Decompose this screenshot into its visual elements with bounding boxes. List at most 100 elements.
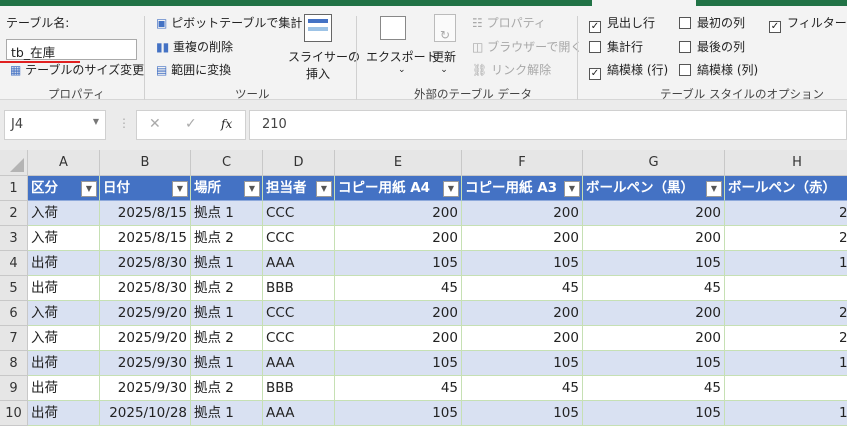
select-all-corner[interactable] bbox=[0, 150, 28, 176]
properties-button[interactable]: ☷ プロパティ bbox=[472, 14, 546, 31]
table-cell[interactable]: AAA bbox=[263, 401, 335, 426]
table-cell[interactable]: CCC bbox=[263, 301, 335, 326]
row-header-4[interactable]: 4 bbox=[0, 251, 28, 276]
table-cell[interactable] bbox=[725, 376, 847, 401]
column-header-a[interactable]: A bbox=[28, 150, 100, 176]
table-cell[interactable]: 入荷 bbox=[28, 326, 100, 351]
checkbox-checked-icon[interactable]: ✓ bbox=[589, 21, 601, 33]
table-cell[interactable]: 1 bbox=[725, 351, 847, 376]
table-cell[interactable]: 拠点 1 bbox=[191, 251, 263, 276]
filter-dropdown-icon[interactable]: ▼ bbox=[706, 181, 722, 197]
option-banded-columns[interactable]: 縞模様 (列) bbox=[679, 61, 758, 78]
option-last-column[interactable]: 最後の列 bbox=[679, 38, 745, 55]
table-header-cell[interactable]: ボールペン（赤） bbox=[725, 176, 847, 201]
table-cell[interactable]: CCC bbox=[263, 226, 335, 251]
filter-dropdown-icon[interactable]: ▼ bbox=[316, 181, 332, 197]
table-cell[interactable]: CCC bbox=[263, 326, 335, 351]
table-cell[interactable]: 2025/9/30 bbox=[100, 351, 191, 376]
table-cell[interactable]: 45 bbox=[335, 376, 462, 401]
table-cell[interactable]: 200 bbox=[583, 326, 725, 351]
table-cell[interactable]: 200 bbox=[583, 301, 725, 326]
table-cell[interactable]: 45 bbox=[462, 276, 583, 301]
table-cell[interactable]: 出荷 bbox=[28, 401, 100, 426]
unlink-button[interactable]: ⛓ リンク解除 bbox=[472, 61, 551, 78]
table-cell[interactable]: 200 bbox=[583, 226, 725, 251]
table-cell[interactable]: 105 bbox=[462, 401, 583, 426]
table-cell[interactable]: 105 bbox=[335, 351, 462, 376]
row-header-8[interactable]: 8 bbox=[0, 351, 28, 376]
table-cell[interactable]: 拠点 1 bbox=[191, 351, 263, 376]
open-in-browser-button[interactable]: ◫ ブラウザーで開く bbox=[472, 38, 582, 55]
checkbox-icon[interactable] bbox=[679, 41, 691, 53]
column-header-c[interactable]: C bbox=[191, 150, 263, 176]
table-cell[interactable] bbox=[725, 276, 847, 301]
table-cell[interactable]: 拠点 2 bbox=[191, 376, 263, 401]
table-header-cell[interactable]: 担当者 ▼ bbox=[263, 176, 335, 201]
refresh-button[interactable]: 更新 ⌄ bbox=[432, 48, 456, 75]
table-cell[interactable]: 2025/8/30 bbox=[100, 251, 191, 276]
table-cell[interactable]: CCC bbox=[263, 201, 335, 226]
insert-slicer-button[interactable]: スライサーの 挿入 bbox=[288, 48, 360, 82]
option-first-column[interactable]: 最初の列 bbox=[679, 14, 745, 31]
table-cell[interactable]: 200 bbox=[583, 201, 725, 226]
table-cell[interactable]: 2025/9/20 bbox=[100, 301, 191, 326]
cancel-icon[interactable]: ✕ bbox=[149, 116, 161, 132]
table-header-cell[interactable]: 日付 ▼ bbox=[100, 176, 191, 201]
table-header-cell[interactable]: コピー用紙 A3 ▼ bbox=[462, 176, 583, 201]
remove-duplicates-button[interactable]: ▮▮ 重複の削除 bbox=[156, 38, 233, 55]
table-cell[interactable]: 出荷 bbox=[28, 376, 100, 401]
row-header-6[interactable]: 6 bbox=[0, 301, 28, 326]
table-cell[interactable]: 出荷 bbox=[28, 351, 100, 376]
table-cell[interactable]: AAA bbox=[263, 351, 335, 376]
table-cell[interactable]: 200 bbox=[462, 301, 583, 326]
table-cell[interactable]: 105 bbox=[462, 251, 583, 276]
filter-dropdown-icon[interactable]: ▼ bbox=[564, 181, 580, 197]
column-header-e[interactable]: E bbox=[335, 150, 462, 176]
table-cell[interactable]: 45 bbox=[335, 276, 462, 301]
table-cell[interactable]: 2025/8/15 bbox=[100, 226, 191, 251]
table-cell[interactable]: 入荷 bbox=[28, 301, 100, 326]
table-cell[interactable]: 2025/8/15 bbox=[100, 201, 191, 226]
table-cell[interactable]: 拠点 1 bbox=[191, 201, 263, 226]
filter-dropdown-icon[interactable]: ▼ bbox=[443, 181, 459, 197]
column-header-d[interactable]: D bbox=[263, 150, 335, 176]
row-header-5[interactable]: 5 bbox=[0, 276, 28, 301]
table-cell[interactable]: 拠点 2 bbox=[191, 226, 263, 251]
filter-dropdown-icon[interactable]: ▼ bbox=[172, 181, 188, 197]
table-cell[interactable]: 105 bbox=[583, 401, 725, 426]
table-cell[interactable]: 105 bbox=[335, 251, 462, 276]
table-cell[interactable]: 拠点 2 bbox=[191, 326, 263, 351]
checkbox-icon[interactable] bbox=[589, 41, 601, 53]
table-header-cell[interactable]: ボールペン（黒） ▼ bbox=[583, 176, 725, 201]
option-total-row[interactable]: 集計行 bbox=[589, 38, 643, 55]
table-cell[interactable]: 2025/9/20 bbox=[100, 326, 191, 351]
table-cell[interactable]: 105 bbox=[462, 351, 583, 376]
table-cell[interactable]: 45 bbox=[583, 376, 725, 401]
table-cell[interactable]: 2 bbox=[725, 226, 847, 251]
column-header-b[interactable]: B bbox=[100, 150, 191, 176]
table-cell[interactable]: 入荷 bbox=[28, 226, 100, 251]
table-header-cell[interactable]: 区分 ▼ bbox=[28, 176, 100, 201]
table-cell[interactable]: 出荷 bbox=[28, 251, 100, 276]
filter-dropdown-icon[interactable]: ▼ bbox=[244, 181, 260, 197]
table-cell[interactable]: 200 bbox=[462, 226, 583, 251]
table-name-input[interactable]: tb_在庫 bbox=[6, 39, 137, 60]
row-header-1[interactable]: 1 bbox=[0, 176, 28, 201]
checkbox-icon[interactable] bbox=[679, 17, 691, 29]
export-button[interactable]: エクスポート ⌄ bbox=[366, 48, 438, 75]
checkbox-icon[interactable] bbox=[679, 64, 691, 76]
row-header-3[interactable]: 3 bbox=[0, 226, 28, 251]
fx-icon[interactable]: fx bbox=[221, 117, 232, 131]
table-cell[interactable]: 拠点 1 bbox=[191, 401, 263, 426]
table-cell[interactable]: 入荷 bbox=[28, 201, 100, 226]
checkbox-checked-icon[interactable]: ✓ bbox=[589, 68, 601, 80]
resize-table-button[interactable]: ▦ テーブルのサイズ変更 bbox=[10, 61, 144, 78]
table-cell[interactable]: 200 bbox=[335, 301, 462, 326]
table-cell[interactable]: 2 bbox=[725, 326, 847, 351]
table-cell[interactable]: AAA bbox=[263, 251, 335, 276]
table-header-cell[interactable]: 場所 ▼ bbox=[191, 176, 263, 201]
table-cell[interactable]: BBB bbox=[263, 376, 335, 401]
table-cell[interactable]: 2025/9/30 bbox=[100, 376, 191, 401]
row-header-7[interactable]: 7 bbox=[0, 326, 28, 351]
row-header-2[interactable]: 2 bbox=[0, 201, 28, 226]
